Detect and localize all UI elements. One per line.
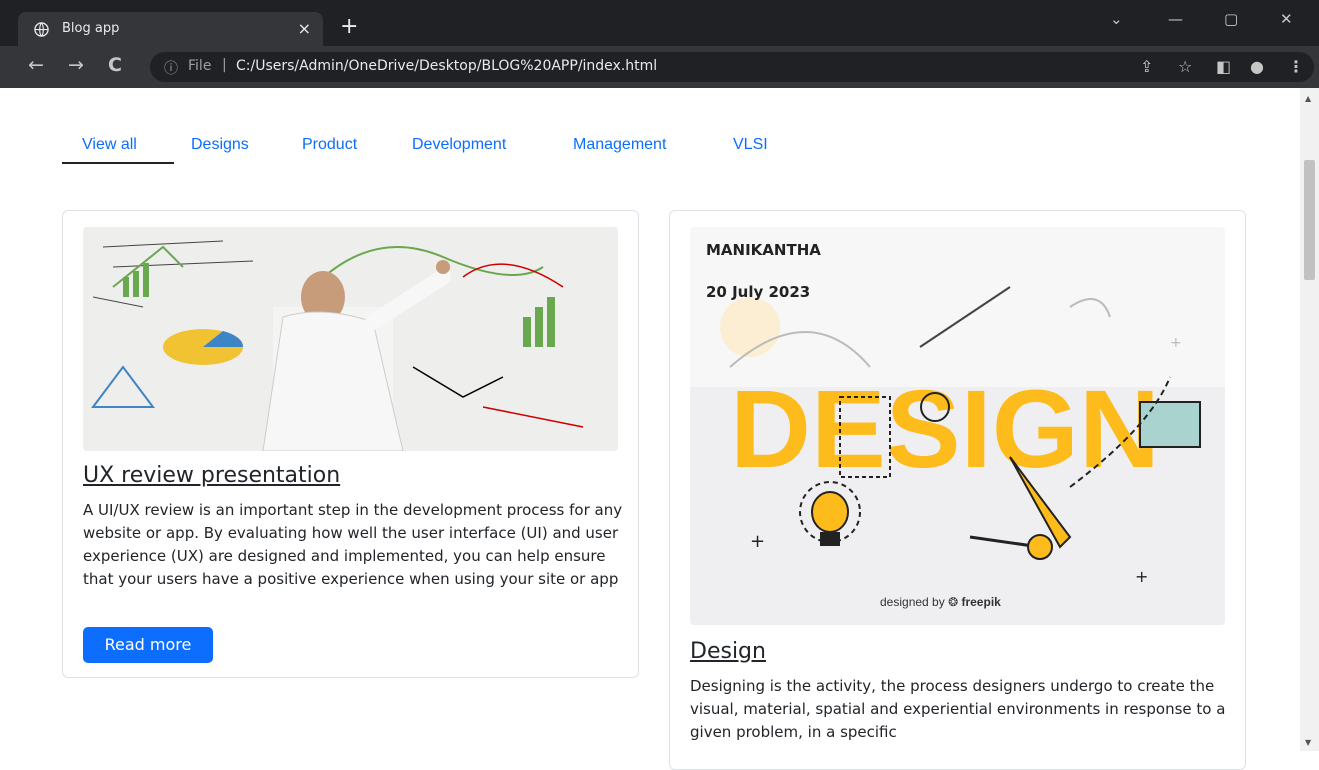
tab-management[interactable]: Management <box>573 136 666 154</box>
browser-window-frame: Blog app × + ⌄ — ▢ ✕ ← → C ⓘ File | C:/U… <box>0 0 1319 88</box>
url-text[interactable]: C:/Users/Admin/OneDrive/Desktop/BLOG%20A… <box>236 58 657 74</box>
page-content: View all Designs Product Development Man… <box>0 88 1300 770</box>
tab-designs[interactable]: Designs <box>191 136 249 154</box>
category-tabs: View all Designs Product Development Man… <box>62 134 1262 168</box>
svg-text:+: + <box>1135 567 1148 586</box>
reload-icon[interactable]: C <box>108 54 122 76</box>
vertical-scrollbar[interactable]: ▲ ▼ <box>1300 88 1319 751</box>
post-date: 20 July 2023 <box>706 283 811 301</box>
scroll-down-icon[interactable]: ▼ <box>1305 738 1311 747</box>
url-separator: | <box>222 57 227 73</box>
card-title-link[interactable]: Design <box>690 639 766 664</box>
url-scheme: File <box>188 58 212 74</box>
globe-icon <box>34 22 49 37</box>
scroll-thumb[interactable] <box>1304 160 1315 280</box>
credit-text: designed by <box>880 595 945 609</box>
tab-search-chevron-icon[interactable]: ⌄ <box>1110 10 1123 28</box>
back-icon[interactable]: ← <box>28 54 44 76</box>
maximize-icon[interactable]: ▢ <box>1224 10 1238 28</box>
forward-icon[interactable]: → <box>68 54 84 76</box>
card-description: Designing is the activity, the process d… <box>690 677 1226 741</box>
blog-card-design: DESIGN + + + MANIKANTHA 20 July 2023 des… <box>669 210 1246 770</box>
author-name: MANIKANTHA <box>706 241 821 259</box>
tab-product[interactable]: Product <box>302 136 357 154</box>
card-description: A UI/UX review is an important step in t… <box>83 501 623 588</box>
browser-toolbar: ← → C ⓘ File | C:/Users/Admin/OneDrive/D… <box>0 46 1319 88</box>
tab-development[interactable]: Development <box>412 136 506 154</box>
profile-icon[interactable]: ● <box>1250 57 1264 76</box>
share-icon[interactable]: ⇪ <box>1140 57 1153 76</box>
info-icon[interactable]: ⓘ <box>164 58 178 78</box>
close-window-icon[interactable]: ✕ <box>1280 10 1293 28</box>
read-more-button[interactable]: Read more <box>83 627 213 663</box>
minimize-icon[interactable]: — <box>1168 10 1183 28</box>
image-credit: designed by ❂ freepik <box>880 595 1001 609</box>
tab-view-all[interactable]: View all <box>82 136 137 154</box>
new-tab-button[interactable]: + <box>340 16 358 38</box>
side-panel-icon[interactable]: ◧ <box>1216 57 1231 76</box>
card-title-link[interactable]: UX review presentation <box>83 463 340 488</box>
svg-text:+: + <box>750 531 765 552</box>
tab-close-icon[interactable]: × <box>298 19 311 38</box>
design-illustration-image: DESIGN + + + MANIKANTHA 20 July 2023 des… <box>690 227 1225 625</box>
browser-tab[interactable]: Blog app × <box>18 12 323 46</box>
bookmark-star-icon[interactable]: ☆ <box>1178 57 1192 76</box>
active-tab-underline <box>62 162 174 164</box>
blog-card-ux-review: UX review presentation A UI/UX review is… <box>62 210 639 678</box>
address-bar[interactable]: ⓘ File | C:/Users/Admin/OneDrive/Desktop… <box>150 52 1314 82</box>
scroll-up-icon[interactable]: ▲ <box>1305 94 1311 103</box>
tab-title: Blog app <box>62 21 120 36</box>
design-word-art: DESIGN <box>730 368 1160 491</box>
svg-text:+: + <box>1170 335 1182 351</box>
whiteboard-presentation-image <box>83 227 618 451</box>
tab-vlsi[interactable]: VLSI <box>733 136 768 154</box>
freepik-logo-icon: ❂ <box>948 595 959 609</box>
credit-brand: freepik <box>961 595 1001 609</box>
menu-icon[interactable]: ⋮ <box>1288 57 1304 76</box>
